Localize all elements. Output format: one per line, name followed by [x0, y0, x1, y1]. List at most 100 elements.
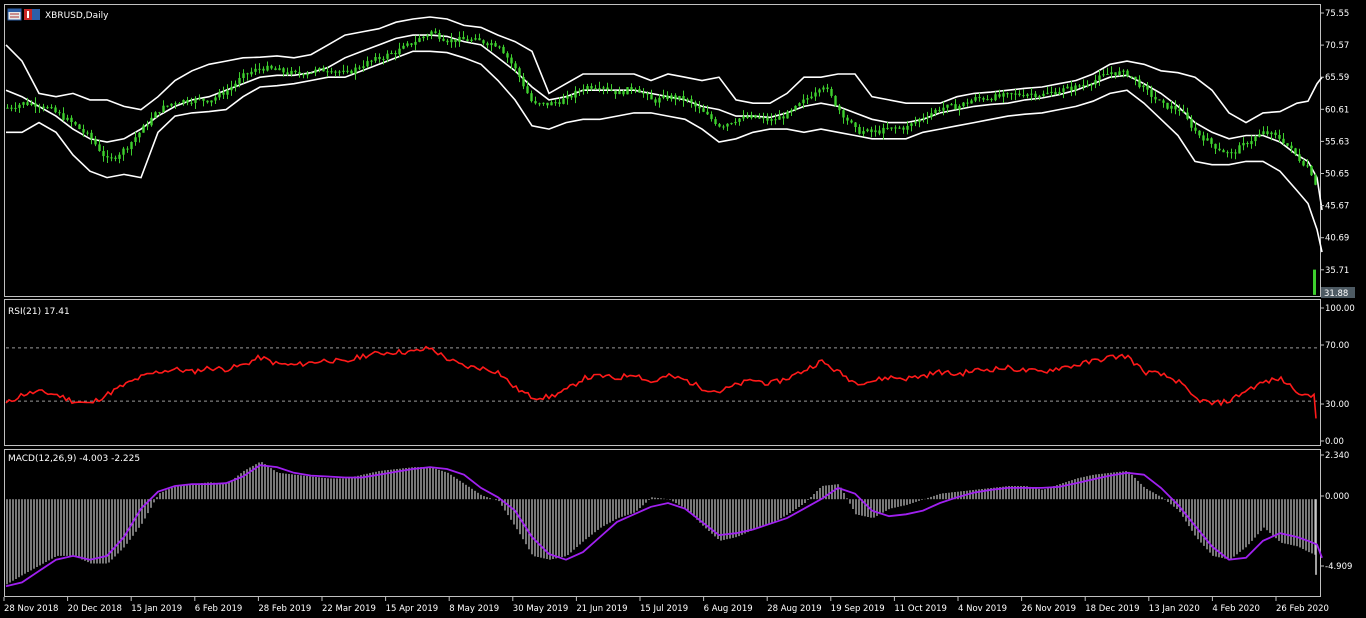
- candle-body: [46, 107, 49, 109]
- candle-body: [1230, 152, 1233, 154]
- candle-body: [1270, 132, 1273, 135]
- candle-body: [854, 122, 857, 127]
- last-price-label: 31.88: [1324, 289, 1348, 299]
- candle-body: [662, 95, 665, 98]
- candle-body: [802, 99, 805, 104]
- candle-body: [30, 103, 33, 105]
- candle-body: [978, 97, 981, 99]
- candle-body: [762, 117, 765, 119]
- candle-body: [686, 99, 689, 101]
- time-tick-label: 26 Nov 2019: [1022, 604, 1076, 614]
- candle-body: [414, 41, 417, 45]
- candle-body: [326, 71, 329, 73]
- candle-body: [314, 69, 317, 73]
- candle-body: [202, 98, 205, 101]
- candle-body: [906, 125, 909, 130]
- candle-body: [934, 109, 937, 114]
- candle-body: [1062, 88, 1065, 92]
- candle-body: [826, 87, 829, 89]
- candle-body: [94, 138, 97, 145]
- candle-body: [1150, 89, 1153, 97]
- candle-body: [514, 63, 517, 69]
- candle-body: [550, 102, 553, 106]
- candle-body: [1278, 135, 1281, 139]
- candle-body: [178, 103, 181, 105]
- candle-body: [646, 93, 649, 95]
- rsi-tick-label: 0.00: [1325, 437, 1344, 447]
- candle-body: [830, 89, 833, 96]
- candle-body: [818, 89, 821, 93]
- candle-body: [814, 92, 817, 97]
- candle-body: [566, 95, 569, 99]
- candle-body: [742, 116, 745, 119]
- candle-body: [1066, 86, 1069, 89]
- candle-body: [598, 88, 601, 90]
- rsi-title: RSI(21) 17.41: [8, 307, 70, 317]
- candle-body: [218, 92, 221, 98]
- candle-body: [542, 102, 545, 104]
- candle-body: [794, 105, 797, 110]
- candle-body: [1006, 93, 1009, 95]
- candle-body: [650, 94, 653, 100]
- candle-body: [674, 95, 677, 100]
- candle-body: [1162, 100, 1165, 103]
- candle-body: [1090, 84, 1093, 86]
- time-tick-label: 20 Dec 2018: [68, 604, 122, 614]
- candle-body: [1238, 145, 1241, 154]
- candle-body: [186, 100, 189, 103]
- candle-body: [938, 109, 941, 111]
- flag-icon: [24, 9, 40, 20]
- price-tick-label: 60.61: [1325, 105, 1349, 115]
- candle-body: [210, 100, 213, 103]
- candle-body: [1154, 96, 1157, 100]
- candle-body: [834, 95, 837, 106]
- candle-body: [602, 87, 605, 89]
- candle-body: [86, 132, 89, 134]
- candle-body: [738, 118, 741, 122]
- rsi-tick-label: 70.00: [1325, 341, 1349, 351]
- trading-chart[interactable]: XBRUSD,Daily RSI(21) 17.41 MACD(12,26,9)…: [0, 0, 1366, 618]
- candle-body: [878, 130, 881, 134]
- candle-body: [882, 127, 885, 134]
- candle-body: [238, 78, 241, 84]
- candle-body: [710, 114, 713, 120]
- candle-body: [966, 102, 969, 104]
- candle-body: [342, 70, 345, 72]
- candle-body: [142, 125, 145, 133]
- candle-body: [462, 37, 465, 40]
- candle-body: [190, 102, 193, 104]
- candle-body: [682, 96, 685, 101]
- candle-body: [866, 129, 869, 132]
- candle-body: [406, 43, 409, 46]
- time-tick-label: 26 Feb 2020: [1276, 604, 1329, 614]
- candle-body: [1234, 152, 1237, 154]
- candle-body: [62, 113, 65, 120]
- candle-body: [358, 67, 361, 69]
- candle-body: [486, 43, 489, 46]
- candle-body: [1266, 131, 1269, 135]
- candle-body: [1262, 131, 1265, 135]
- candle-body: [1134, 76, 1137, 80]
- candle-body: [322, 68, 325, 72]
- candle-body: [982, 98, 985, 100]
- candle-body: [570, 95, 573, 98]
- macd-tick-label: 0.000: [1325, 492, 1349, 502]
- candle-body: [226, 90, 229, 95]
- candle-body: [714, 119, 717, 124]
- candle-body: [610, 89, 613, 91]
- candle-body: [678, 96, 681, 100]
- candle-body: [998, 94, 1001, 97]
- candle-body: [246, 73, 249, 75]
- candle-body: [838, 105, 841, 111]
- candle-body: [310, 72, 313, 74]
- candle-body: [1194, 127, 1197, 131]
- candle-body: [870, 129, 873, 133]
- candle-body: [1242, 143, 1245, 146]
- candle-body: [410, 43, 413, 45]
- candle-body: [1206, 138, 1209, 141]
- candle-body: [554, 102, 557, 104]
- candle-body: [14, 107, 17, 109]
- candle-body: [290, 70, 293, 75]
- candle-body: [1102, 74, 1105, 76]
- candle-body: [422, 36, 425, 39]
